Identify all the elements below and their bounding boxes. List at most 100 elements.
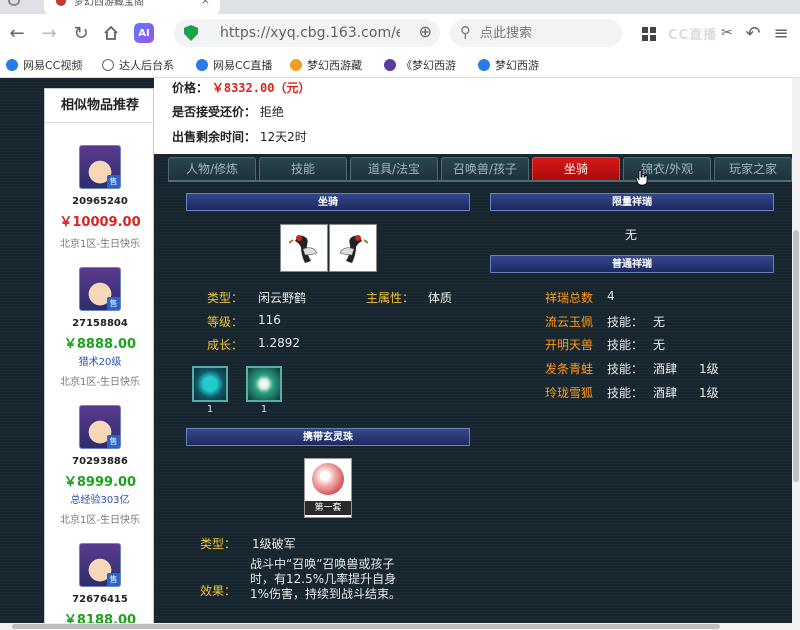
tab-pets[interactable]: 召唤兽/孩子 <box>441 157 529 181</box>
bookmarks-bar: 网易CC视频 达人后台系 网易CC直播 梦幻西游藏 《梦幻西游 梦幻西游 <box>0 52 800 78</box>
search-input[interactable] <box>480 24 610 42</box>
hand-cursor-icon <box>636 170 648 186</box>
gem-effect-label: 效果： <box>200 584 237 598</box>
limited-xiangrui-header: 限量祥瑞 <box>490 193 774 211</box>
xiangrui-skill-label: 技能： <box>607 386 644 400</box>
item-price: ￥8999.00 <box>63 475 137 490</box>
tab-items[interactable]: 道具/法宝 <box>350 157 438 181</box>
game-logo-icon <box>384 59 396 71</box>
browser-tab[interactable]: 梦幻西游藏宝阁 × <box>44 0 220 14</box>
search-box[interactable]: ⚲ <box>450 19 622 47</box>
undo-button[interactable]: ↶ <box>740 20 766 46</box>
xiangrui-name: 发条青蛙 <box>545 362 594 376</box>
forward-button[interactable]: → <box>36 20 62 46</box>
bargain-row: 是否接受还价： 拒绝 <box>172 103 284 120</box>
tab-close-icon[interactable]: × <box>201 0 210 6</box>
scissors-icon: ✂ <box>721 25 733 41</box>
item-id: 20965240 <box>72 196 128 207</box>
browser-toolbar: ← → ↻ AI https://xyq.cbg.163.com/eq ⊕ ⚲ … <box>0 14 800 52</box>
xiangrui-skill-level: 1级 <box>699 362 719 376</box>
item-price: ￥8888.00 <box>63 337 137 352</box>
search-icon: ⚲ <box>460 23 471 41</box>
xiangrui-name: 开明天兽 <box>545 338 594 352</box>
ai-assistant-button[interactable]: AI <box>134 23 154 43</box>
item-id: 27158804 <box>72 318 128 329</box>
vertical-scrollbar[interactable] <box>792 78 800 623</box>
character-avatar[interactable]: 售 <box>79 543 121 587</box>
scrollbar-thumb[interactable] <box>12 624 720 629</box>
reload-button[interactable]: ↻ <box>68 20 94 46</box>
scissors-button[interactable]: ✂ <box>714 20 740 46</box>
xiangrui-name: 玲珑雪狐 <box>545 386 594 400</box>
similar-items-sidebar: 相似物品推荐 售 20965240 ￥10009.00 北京1区-生日快乐 售 … <box>44 88 155 628</box>
character-avatar[interactable]: 售 <box>79 145 121 189</box>
zoom-icon[interactable]: ⊕ <box>419 22 432 41</box>
remaining-value: 12天2时 <box>259 130 307 144</box>
detail-tabs: 人物/修炼 技能 道具/法宝 召唤兽/孩子 坐骑 锦衣/外观 玩家之家 <box>168 157 792 181</box>
gem-orb-icon <box>312 463 344 495</box>
character-avatar[interactable]: 售 <box>79 267 121 311</box>
xiangrui-total-value: 4 <box>607 289 615 303</box>
price-value: ￥8332.00（元） <box>211 81 311 95</box>
mount-skill-icon[interactable] <box>246 366 282 402</box>
mount-growth-label: 成长： <box>207 338 244 352</box>
tab-title: 梦幻西游藏宝阁 <box>74 0 144 8</box>
tab-home[interactable]: 玩家之家 <box>714 157 792 181</box>
item-extra: 猎术20级 <box>78 357 122 368</box>
horizontal-scrollbar[interactable] <box>0 623 800 630</box>
gem-section-header: 携带玄灵珠 <box>186 428 470 446</box>
browser-menu-icon[interactable] <box>8 0 20 6</box>
mount-skill-icon[interactable] <box>192 366 228 402</box>
tab-skills[interactable]: 技能 <box>259 157 347 181</box>
price-label: 价格： <box>172 81 209 95</box>
character-avatar[interactable]: 售 <box>79 405 121 449</box>
tab-favicon-icon <box>56 0 66 6</box>
item-server: 北京1区-生日快乐 <box>60 377 140 388</box>
item-server: 北京1区-生日快乐 <box>60 515 140 526</box>
skill-level: 1 <box>206 404 214 415</box>
menu-icon: ≡ <box>773 22 789 44</box>
mount-level-label: 等级： <box>207 315 244 329</box>
bookmark-item[interactable]: 《梦幻西游 <box>384 57 464 73</box>
mount-level-value: 116 <box>258 313 281 327</box>
bookmark-item[interactable]: 梦幻西游 <box>478 57 558 73</box>
back-button[interactable]: ← <box>4 20 30 46</box>
remaining-label: 出售剩余时间： <box>172 130 257 144</box>
home-button[interactable] <box>98 20 124 46</box>
xiangrui-skill: 酒肆 <box>653 386 678 400</box>
xiangrui-total-label: 祥瑞总数 <box>545 291 594 305</box>
listing-info: 价格： ￥8332.00（元） 是否接受还价： 拒绝 出售剩余时间： 12天2时 <box>154 78 792 154</box>
bookmark-item[interactable]: 达人后台系 <box>102 57 186 73</box>
address-bar[interactable]: https://xyq.cbg.163.com/eq ⊕ <box>174 19 440 47</box>
mount-image[interactable] <box>329 224 377 272</box>
cc-logo-icon <box>6 59 18 71</box>
tab-divider <box>168 180 792 182</box>
mount-growth-value: 1.2892 <box>258 336 300 350</box>
bookmark-item[interactable]: 梦幻西游藏 <box>290 57 374 73</box>
mount-section-header: 坐骑 <box>186 193 470 211</box>
tab-mounts[interactable]: 坐骑 <box>532 157 620 181</box>
security-shield-icon <box>184 25 198 41</box>
globe-icon <box>102 59 114 71</box>
mount-attr-label: 主属性： <box>366 291 415 305</box>
home-icon <box>104 25 118 40</box>
url-text[interactable]: https://xyq.cbg.163.com/eq <box>220 25 400 41</box>
mount-image[interactable] <box>280 224 328 272</box>
tab-character[interactable]: 人物/修炼 <box>168 157 256 181</box>
browser-tabstrip: 梦幻西游藏宝阁 × <box>0 0 800 14</box>
xiangrui-skill-level: 1级 <box>699 386 719 400</box>
xiangrui-name: 流云玉佩 <box>545 315 594 329</box>
gem-image[interactable]: 第一套 <box>304 458 352 518</box>
apps-grid-icon[interactable] <box>642 27 656 41</box>
bookmark-item[interactable]: 网易CC直播 <box>196 57 280 73</box>
scrollbar-thumb[interactable] <box>793 230 799 482</box>
xiangrui-skill-label: 技能： <box>607 338 644 352</box>
item-id: 70293886 <box>72 456 128 467</box>
bookmark-item[interactable]: 网易CC视频 <box>6 57 90 73</box>
limited-xiangrui-value: 无 <box>624 228 637 242</box>
xiangrui-skill: 酒肆 <box>653 362 678 376</box>
skill-level: 1 <box>260 404 268 415</box>
item-server: 北京1区-生日快乐 <box>60 239 140 250</box>
item-price: ￥10009.00 <box>59 215 141 230</box>
menu-button[interactable]: ≡ <box>768 20 794 46</box>
